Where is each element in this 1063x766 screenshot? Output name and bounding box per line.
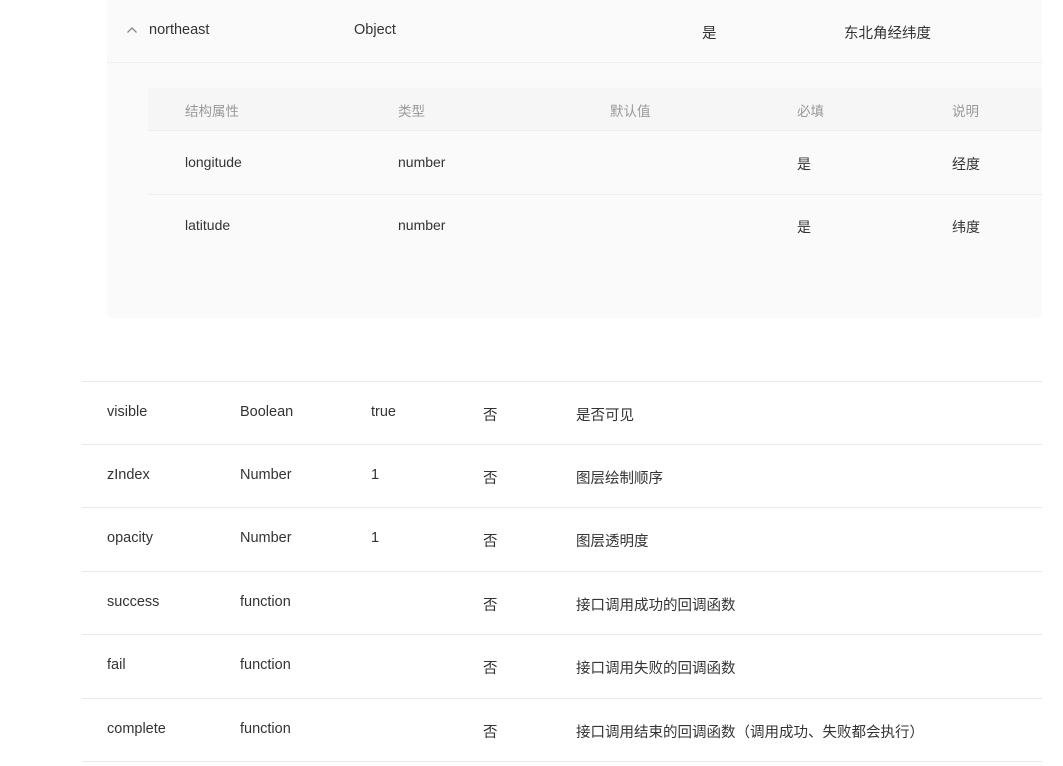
header-type: 类型 [398, 104, 425, 119]
row-desc: 纬度 [952, 219, 980, 235]
row-desc: 经度 [952, 156, 980, 172]
param-row-opacity: opacity Number 1 否 图层透明度 [82, 507, 1042, 571]
header-desc: 说明 [952, 104, 979, 119]
param-default: 1 [371, 530, 380, 546]
param-name: fail [107, 657, 126, 673]
nested-table-row: longitude number 是 经度 [148, 131, 1042, 195]
param-desc: 接口调用失败的回调函数 [576, 661, 736, 677]
param-default: 1 [371, 467, 380, 483]
row-prop: latitude [185, 217, 231, 233]
row-type: number [398, 154, 446, 170]
param-desc: 接口调用成功的回调函数 [576, 598, 736, 614]
row-required: 是 [797, 219, 811, 235]
param-name: visible [107, 404, 148, 420]
param-type: Boolean [240, 404, 294, 420]
param-type: Object [354, 22, 396, 38]
param-desc: 接口调用结束的回调函数（调用成功、失败都会执行） [576, 725, 924, 741]
param-desc: 是否可见 [576, 408, 634, 424]
param-required: 否 [483, 534, 498, 550]
param-required: 是 [702, 26, 717, 42]
param-required: 否 [483, 661, 498, 677]
param-type: Number [240, 530, 292, 546]
param-row-northeast[interactable]: northeast Object 是 东北角经纬度 [107, 0, 1042, 63]
header-prop: 结构属性 [185, 104, 239, 119]
param-row-complete: complete function 否 接口调用结束的回调函数（调用成功、失败都… [82, 698, 1042, 762]
nested-structure-panel: northeast Object 是 东北角经纬度 结构属性 类型 默认值 必填… [107, 0, 1042, 318]
param-type: function [240, 657, 291, 673]
param-type: Number [240, 467, 292, 483]
param-row-fail: fail function 否 接口调用失败的回调函数 [82, 634, 1042, 698]
param-desc: 东北角经纬度 [844, 26, 931, 42]
param-required: 否 [483, 725, 498, 741]
header-default: 默认值 [610, 104, 651, 119]
param-default: true [371, 404, 396, 420]
row-prop: longitude [185, 154, 242, 170]
param-row-visible: visible Boolean true 否 是否可见 [82, 381, 1042, 445]
param-row-success: success function 否 接口调用成功的回调函数 [82, 571, 1042, 635]
param-desc: 图层绘制顺序 [576, 471, 663, 487]
param-required: 否 [483, 408, 498, 424]
row-required: 是 [797, 156, 811, 172]
param-type: function [240, 594, 291, 610]
param-name: opacity [107, 530, 153, 546]
param-name: complete [107, 721, 166, 737]
param-required: 否 [483, 471, 498, 487]
param-name: zIndex [107, 467, 150, 483]
param-name: success [107, 594, 160, 610]
header-required: 必填 [797, 104, 824, 119]
param-row-zindex: zIndex Number 1 否 图层绘制顺序 [82, 444, 1042, 508]
nested-table-header: 结构属性 类型 默认值 必填 说明 [148, 88, 1042, 131]
param-type: function [240, 721, 291, 737]
table-bottom-divider [82, 761, 1042, 762]
nested-table-row: latitude number 是 纬度 [148, 194, 1042, 257]
param-name: northeast [149, 22, 210, 38]
row-type: number [398, 217, 446, 233]
chevron-up-icon[interactable] [126, 26, 138, 34]
param-desc: 图层透明度 [576, 534, 649, 550]
param-required: 否 [483, 598, 498, 614]
